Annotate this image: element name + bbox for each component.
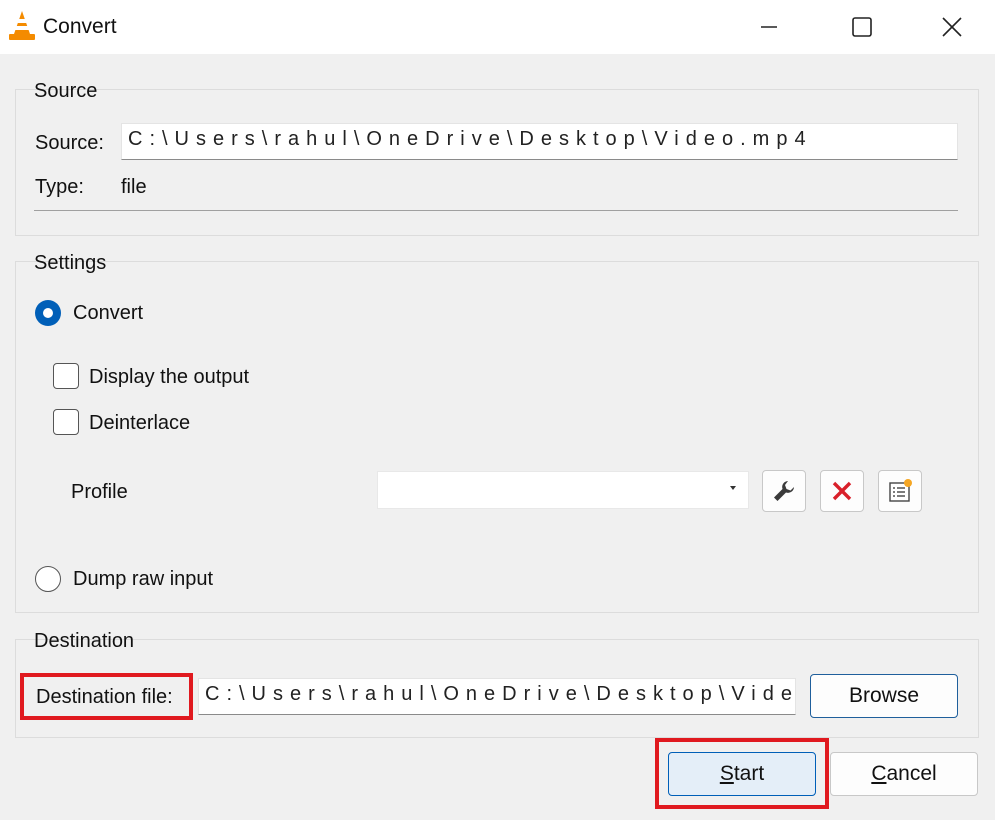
minimize-button[interactable]	[722, 0, 816, 54]
delete-profile-button[interactable]	[820, 470, 864, 512]
destination-label-highlight	[20, 673, 193, 720]
maximize-icon	[852, 17, 872, 37]
new-profile-button[interactable]	[878, 470, 922, 512]
source-label: Source:	[35, 132, 104, 154]
source-input[interactable]: C:\Users\rahul\OneDrive\Desktop\Video.mp…	[121, 123, 958, 160]
settings-group-title: Settings	[34, 252, 107, 274]
source-group-title: Source	[34, 80, 98, 102]
profile-dropdown[interactable]	[377, 471, 749, 509]
cancel-button[interactable]: Cancel	[830, 752, 978, 796]
type-value: file	[121, 176, 147, 198]
title-bar: Convert	[0, 0, 995, 54]
new-profile-icon	[889, 479, 912, 502]
vlc-cone-icon	[9, 11, 35, 40]
destination-file-input[interactable]: C:\Users\rahul\OneDrive\Desktop\Video_ne…	[198, 678, 796, 715]
convert-label[interactable]: Convert	[73, 302, 143, 325]
close-icon	[941, 17, 962, 37]
display-output-label[interactable]: Display the output	[89, 366, 249, 389]
deinterlace-label[interactable]: Deinterlace	[89, 412, 190, 435]
deinterlace-checkbox[interactable]	[53, 409, 79, 435]
cancel-button-label: ancel	[886, 762, 937, 785]
source-group	[15, 89, 979, 236]
edit-profile-button[interactable]	[762, 470, 806, 512]
cancel-button-mnemonic: C	[871, 762, 887, 785]
chevron-down-icon	[730, 486, 736, 490]
settings-group	[15, 261, 979, 613]
close-button[interactable]	[908, 0, 995, 54]
wrench-icon	[774, 481, 794, 501]
destination-group-title: Destination	[34, 630, 135, 652]
source-divider	[34, 210, 958, 211]
convert-radio[interactable]	[35, 300, 61, 326]
delete-x-icon	[832, 481, 852, 501]
type-label: Type:	[35, 176, 84, 198]
start-button-highlight	[655, 738, 829, 809]
dump-raw-label[interactable]: Dump raw input	[73, 568, 213, 591]
maximize-button[interactable]	[815, 0, 909, 54]
dump-raw-radio[interactable]	[35, 566, 61, 592]
window-title: Convert	[43, 15, 117, 38]
display-output-checkbox[interactable]	[53, 363, 79, 389]
browse-button[interactable]: Browse	[810, 674, 958, 718]
minimize-icon	[761, 26, 777, 28]
profile-label: Profile	[71, 481, 128, 503]
